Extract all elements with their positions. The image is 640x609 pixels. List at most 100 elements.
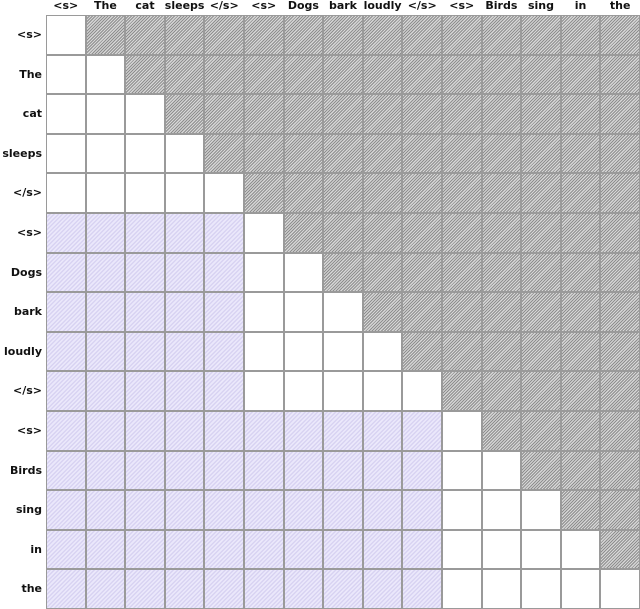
mask-cell-future [362, 133, 403, 174]
mask-cell-cross [46, 569, 86, 609]
row-label: <s> [17, 28, 42, 41]
mask-cell-future [521, 133, 561, 174]
mask-cell-cross [125, 569, 165, 609]
mask-cell-cross [204, 331, 244, 372]
mask-cell-cross [402, 411, 442, 451]
mask-cell-cross [85, 529, 126, 570]
mask-cell-future [442, 213, 482, 253]
mask-cell-future [125, 15, 165, 55]
mask-cell-future [600, 173, 640, 213]
mask-cell-allowed [283, 331, 324, 372]
mask-cell-allowed [85, 54, 126, 95]
row-label: <s> [17, 424, 42, 437]
mask-cell-allowed [85, 94, 126, 134]
mask-cell-cross [204, 292, 244, 332]
column-label: bark [328, 0, 357, 12]
mask-cell-future [244, 15, 284, 55]
mask-cell-allowed [125, 173, 165, 213]
mask-cell-future [442, 252, 482, 293]
mask-cell-cross [46, 411, 86, 451]
mask-cell-future [244, 173, 284, 213]
mask-cell-future [560, 173, 601, 213]
mask-cell-cross [85, 213, 126, 253]
mask-cell-future [283, 94, 324, 134]
mask-cell-cross [164, 450, 205, 491]
mask-cell-cross [323, 569, 363, 609]
mask-cell-cross [46, 252, 86, 293]
mask-cell-cross [85, 450, 126, 491]
mask-cell-allowed [125, 94, 165, 134]
mask-cell-future [481, 252, 522, 293]
mask-cell-cross [323, 529, 363, 570]
mask-cell-future [560, 450, 601, 491]
mask-cell-future [362, 54, 403, 95]
row-label: in [30, 542, 42, 556]
mask-cell-cross [85, 569, 126, 609]
mask-cell-cross [85, 292, 126, 332]
column-label: in [574, 0, 587, 12]
mask-cell-future [521, 450, 561, 491]
mask-cell-cross [164, 331, 205, 372]
mask-cell-cross [323, 411, 363, 451]
mask-cell-cross [244, 411, 284, 451]
mask-cell-cross [85, 371, 126, 411]
mask-cell-allowed [46, 173, 86, 213]
column-label: loudly [363, 0, 402, 12]
mask-cell-allowed [560, 569, 601, 609]
mask-cell-allowed [442, 490, 482, 530]
mask-cell-future [560, 94, 601, 134]
mask-cell-allowed [481, 569, 522, 609]
mask-cell-cross [46, 292, 86, 332]
mask-cell-allowed [85, 133, 126, 174]
mask-cell-future [362, 15, 403, 55]
mask-cell-future [204, 54, 244, 95]
mask-cell-cross [164, 252, 205, 293]
mask-cell-cross [204, 252, 244, 293]
mask-cell-future [600, 292, 640, 332]
column-label: </s> [209, 0, 239, 12]
row-label: the [21, 582, 42, 596]
column-label: sleeps [164, 0, 205, 12]
mask-cell-cross [283, 569, 324, 609]
column-label: <s> [251, 0, 277, 12]
mask-cell-future [600, 94, 640, 134]
column-label: <s> [449, 0, 475, 12]
mask-cell-future [600, 450, 640, 491]
mask-cell-cross [283, 490, 324, 530]
mask-cell-cross [164, 411, 205, 451]
mask-cell-future [283, 173, 324, 213]
mask-cell-cross [204, 529, 244, 570]
column-label: The [93, 0, 117, 12]
mask-cell-future [481, 411, 522, 451]
mask-cell-future [600, 15, 640, 55]
mask-cell-future [442, 331, 482, 372]
mask-cell-future [560, 411, 601, 451]
row-label: <s> [17, 226, 42, 239]
mask-cell-future [600, 213, 640, 253]
mask-cell-cross [283, 529, 324, 570]
mask-cell-cross [164, 213, 205, 253]
mask-cell-future [283, 133, 324, 174]
mask-cell-allowed [244, 371, 284, 411]
mask-cell-future [362, 173, 403, 213]
mask-cell-future [402, 173, 442, 213]
mask-cell-future [85, 15, 126, 55]
mask-cell-allowed [323, 331, 363, 372]
mask-cell-future [362, 213, 403, 253]
mask-cell-allowed [521, 490, 561, 530]
mask-cell-allowed [283, 292, 324, 332]
mask-cell-cross [125, 331, 165, 372]
mask-cell-future [442, 173, 482, 213]
mask-cell-future [600, 133, 640, 174]
row-label: </s> [13, 186, 42, 200]
mask-cell-future [402, 213, 442, 253]
mask-cell-allowed [244, 213, 284, 253]
mask-cell-allowed [244, 331, 284, 372]
column-label: cat [135, 0, 155, 12]
mask-cell-cross [85, 331, 126, 372]
mask-cell-cross [204, 569, 244, 609]
mask-cell-allowed [362, 331, 403, 372]
mask-cell-future [600, 371, 640, 411]
mask-cell-future [323, 213, 363, 253]
mask-cell-cross [402, 490, 442, 530]
